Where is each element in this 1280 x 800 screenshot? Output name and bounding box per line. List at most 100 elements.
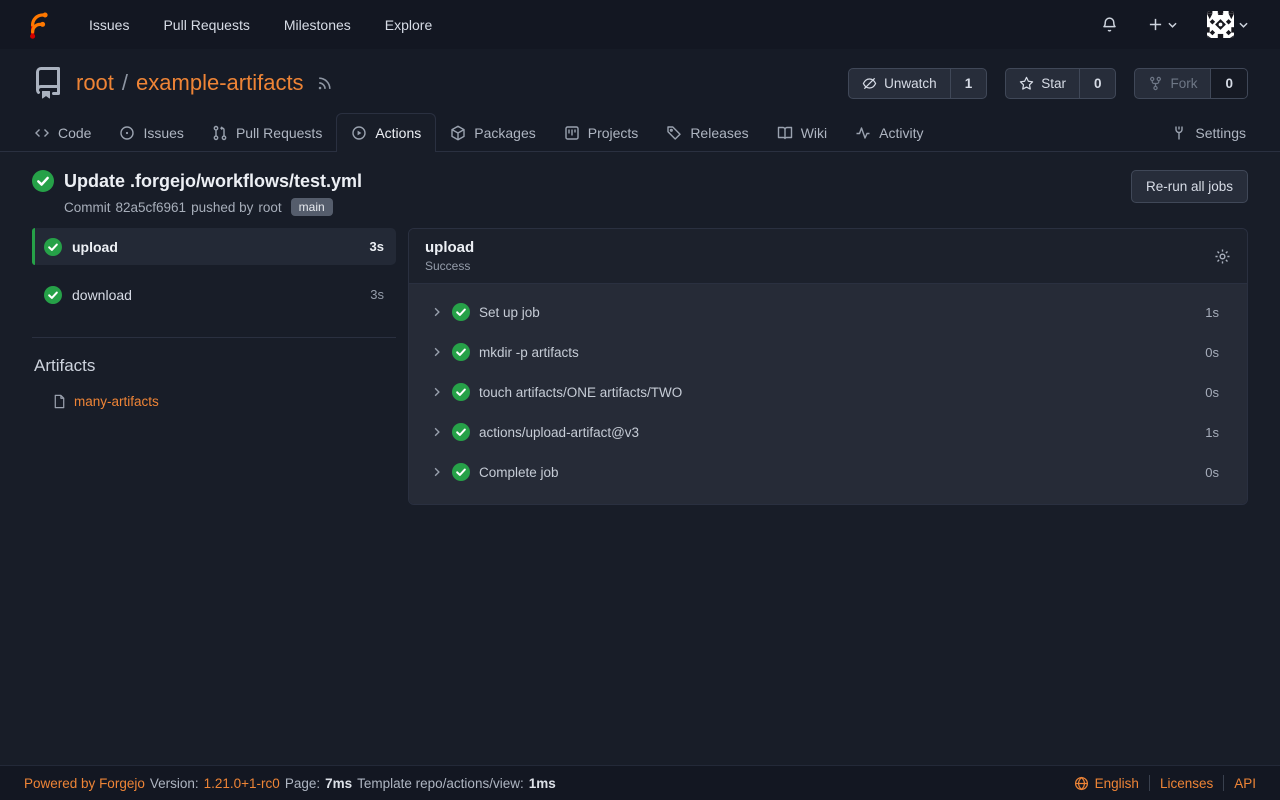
job-name: upload (72, 239, 360, 255)
log-settings-button[interactable] (1214, 248, 1231, 265)
job-panel-header: upload Success (409, 229, 1247, 284)
tab-projects[interactable]: Projects (550, 114, 653, 152)
repo-name-link[interactable]: example-artifacts (136, 70, 304, 96)
status-success-icon (32, 170, 54, 192)
fork-button: Fork 0 (1134, 68, 1248, 99)
tab-label: Releases (690, 125, 748, 141)
forgejo-logo[interactable] (22, 10, 52, 40)
create-new-dropdown[interactable] (1138, 9, 1187, 40)
author-link[interactable]: root (258, 200, 281, 215)
tab-label: Packages (474, 125, 535, 141)
commit-sha-link[interactable]: 82a5cf6961 (116, 200, 187, 215)
tab-settings[interactable]: Settings (1157, 114, 1260, 152)
notifications-button[interactable] (1091, 8, 1128, 41)
play-icon (351, 125, 367, 141)
template-time-value: 1ms (529, 776, 556, 791)
tab-label: Actions (375, 125, 421, 141)
step-row-setup-job[interactable]: Set up job 1s (409, 292, 1247, 332)
tab-pull-requests[interactable]: Pull Requests (198, 114, 336, 152)
tab-activity[interactable]: Activity (841, 114, 937, 152)
watchers-count[interactable]: 1 (950, 69, 987, 98)
job-duration: 3s (370, 239, 384, 254)
repo-owner-link[interactable]: root (76, 70, 114, 96)
rerun-all-jobs-button[interactable]: Re-run all jobs (1131, 170, 1248, 203)
step-row-complete-job[interactable]: Complete job 0s (409, 452, 1247, 492)
page-time-label: Page: (285, 776, 320, 791)
powered-by-link[interactable]: Powered by Forgejo (24, 776, 145, 791)
step-name: touch artifacts/ONE artifacts/TWO (479, 385, 1196, 400)
nav-link-milestones[interactable]: Milestones (267, 3, 368, 47)
nav-link-pull-requests[interactable]: Pull Requests (146, 3, 266, 47)
breadcrumb-separator: / (122, 70, 128, 96)
chevron-down-icon (1168, 22, 1177, 28)
forks-count[interactable]: 0 (1210, 69, 1247, 98)
job-item-upload[interactable]: upload 3s (32, 228, 396, 265)
plus-icon (1148, 17, 1163, 32)
nav-link-issues[interactable]: Issues (72, 3, 146, 47)
code-icon (34, 125, 50, 141)
stars-count[interactable]: 0 (1079, 69, 1116, 98)
run-meta: Commit 82a5cf6961 pushed by root main (64, 198, 362, 216)
version-label: Version: (150, 776, 199, 791)
unwatch-button[interactable]: Unwatch 1 (848, 68, 987, 99)
language-selector[interactable]: English (1074, 776, 1139, 791)
footer: Powered by Forgejo Version: 1.21.0+1-rc0… (0, 765, 1280, 800)
step-success-icon (452, 383, 470, 401)
star-button[interactable]: Star 0 (1005, 68, 1116, 99)
licenses-link[interactable]: Licenses (1160, 776, 1213, 791)
api-link[interactable]: API (1234, 776, 1256, 791)
chevron-right-icon (431, 306, 443, 318)
language-label: English (1095, 776, 1139, 791)
job-success-icon (44, 238, 62, 256)
step-row-upload-artifact[interactable]: actions/upload-artifact@v3 1s (409, 412, 1247, 452)
repo-tabs: Code Issues Pull Requests Actions Packag… (0, 113, 1280, 151)
tab-packages[interactable]: Packages (436, 114, 549, 152)
project-icon (564, 125, 580, 141)
issue-opened-icon (119, 125, 135, 141)
eye-slash-icon (862, 76, 877, 91)
tab-actions[interactable]: Actions (336, 113, 436, 152)
version-link[interactable]: 1.21.0+1-rc0 (204, 776, 280, 791)
step-name: actions/upload-artifact@v3 (479, 425, 1196, 440)
jobs-sidebar: upload 3s download 3s Artifacts many-art… (32, 228, 396, 409)
step-row-mkdir[interactable]: mkdir -p artifacts 0s (409, 332, 1247, 372)
identicon (1207, 11, 1234, 38)
tab-label: Pull Requests (236, 125, 322, 141)
branch-badge[interactable]: main (291, 198, 333, 216)
tab-issues[interactable]: Issues (105, 114, 197, 152)
nav-link-explore[interactable]: Explore (368, 3, 449, 47)
artifact-download-link[interactable]: many-artifacts (74, 394, 159, 409)
tab-wiki[interactable]: Wiki (763, 114, 841, 152)
tab-releases[interactable]: Releases (652, 114, 762, 152)
pushed-by-label: pushed by (191, 200, 253, 215)
chevron-right-icon (431, 466, 443, 478)
step-name: Complete job (479, 465, 1196, 480)
tools-icon (1171, 125, 1187, 141)
forgejo-link-text: Forgejo (99, 776, 145, 791)
package-icon (450, 125, 466, 141)
step-duration: 1s (1205, 425, 1219, 440)
avatar (1207, 11, 1234, 38)
step-success-icon (452, 343, 470, 361)
tab-label: Activity (879, 125, 923, 141)
step-duration: 0s (1205, 385, 1219, 400)
job-item-download[interactable]: download 3s (32, 276, 396, 313)
user-menu-dropdown[interactable] (1197, 3, 1258, 46)
git-pull-request-icon (212, 125, 228, 141)
tab-label: Code (58, 125, 91, 141)
artifact-item: many-artifacts (32, 394, 396, 409)
job-success-icon (44, 286, 62, 304)
bell-icon (1101, 16, 1118, 33)
navbar: Issues Pull Requests Milestones Explore (0, 0, 1280, 49)
tab-label: Projects (588, 125, 639, 141)
step-name: mkdir -p artifacts (479, 345, 1196, 360)
step-name: Set up job (479, 305, 1196, 320)
rss-button[interactable] (316, 75, 333, 92)
artifacts-section: Artifacts many-artifacts (32, 337, 396, 409)
actions-run-view: Update .forgejo/workflows/test.yml Commi… (0, 152, 1280, 505)
step-row-touch[interactable]: touch artifacts/ONE artifacts/TWO 0s (409, 372, 1247, 412)
step-duration: 1s (1205, 305, 1219, 320)
tab-code[interactable]: Code (20, 114, 105, 152)
step-duration: 0s (1205, 345, 1219, 360)
artifacts-heading: Artifacts (32, 356, 396, 376)
